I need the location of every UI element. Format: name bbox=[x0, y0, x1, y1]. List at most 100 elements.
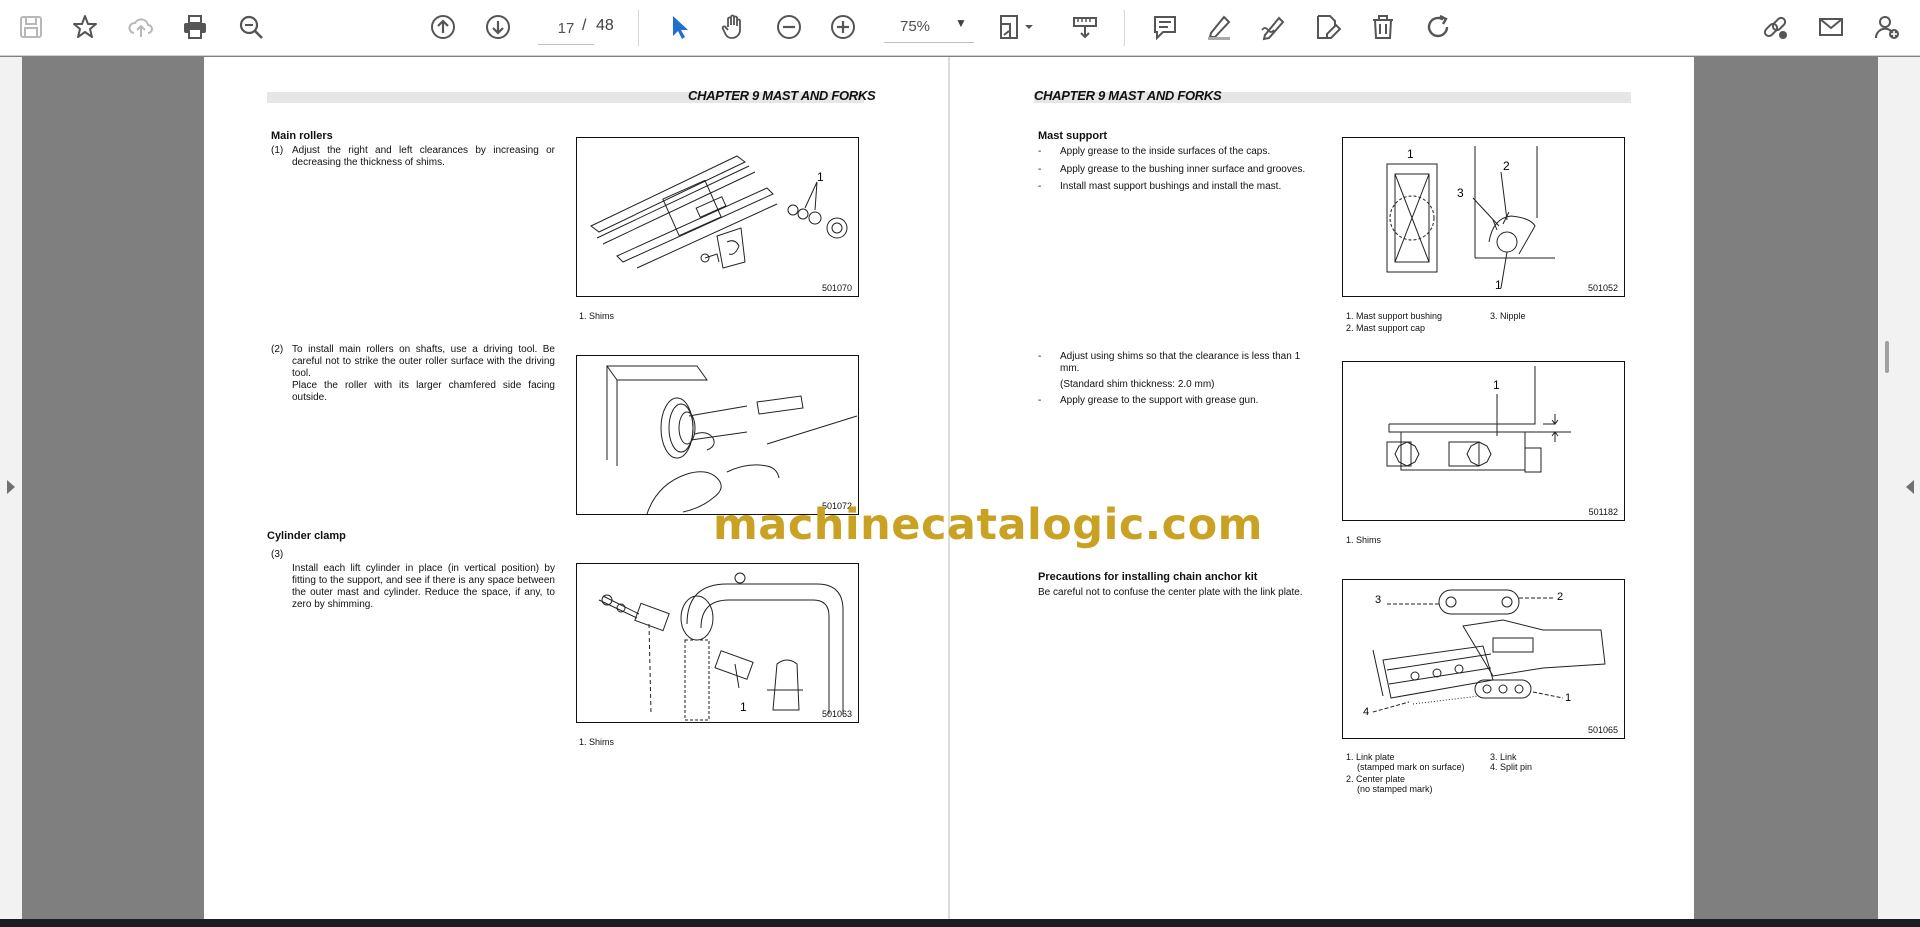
figure-label: 3 bbox=[1457, 186, 1464, 200]
document-page-left: CHAPTER 9 MAST AND FORKS Main rollers (1… bbox=[204, 57, 948, 919]
hand-tool-icon[interactable] bbox=[716, 10, 750, 44]
step-number: (2) bbox=[271, 344, 284, 355]
figure-label: 2 bbox=[1503, 159, 1510, 173]
bullet-text: Apply grease to the inside surfaces of t… bbox=[1060, 146, 1271, 157]
bullet-text: Adjust using shims so that the clearance… bbox=[1060, 351, 1301, 374]
figure-code: 501070 bbox=[821, 283, 852, 293]
step-text: Install each lift cylinder in place (in … bbox=[292, 563, 555, 610]
section-text: Be careful not to confuse the center pla… bbox=[1038, 587, 1303, 598]
toolbar-divider bbox=[638, 10, 639, 46]
figure-label: 1 bbox=[740, 700, 747, 714]
bullet-dash: - bbox=[1038, 395, 1042, 406]
bottom-status-bar bbox=[0, 919, 1920, 927]
figure-chain-anchor-kit: 3 2 4 1 501065 bbox=[1342, 579, 1625, 739]
figure-label: 1 bbox=[1495, 278, 1502, 292]
page-total: 48 bbox=[596, 17, 614, 34]
bullet-text: Apply grease to the bushing inner surfac… bbox=[1060, 164, 1306, 175]
toolbar-divider bbox=[1124, 10, 1125, 46]
chapter-header: CHAPTER 9 MAST AND FORKS bbox=[688, 88, 876, 103]
bullet-dash: - bbox=[1038, 164, 1042, 175]
zoom-select[interactable]: 75% ▼ bbox=[884, 12, 974, 43]
delete-icon[interactable] bbox=[1366, 10, 1400, 44]
zoom-in-icon[interactable] bbox=[826, 10, 860, 44]
document-page-right: CHAPTER 9 MAST AND FORKS Mast support - … bbox=[950, 57, 1694, 919]
shim-clearance-diagram bbox=[1386, 366, 1571, 473]
select-cursor-icon[interactable] bbox=[662, 10, 696, 44]
figure-main-rollers-shims: 1 501070 bbox=[576, 137, 859, 297]
section-title-chain-anchor: Precautions for installing chain anchor … bbox=[1038, 571, 1258, 583]
bullet-note: (Standard shim thickness: 2.0 mm) bbox=[1060, 379, 1215, 390]
highlight-icon[interactable] bbox=[1202, 10, 1236, 44]
zoom-value: 75% bbox=[900, 18, 931, 35]
print-icon[interactable] bbox=[178, 10, 212, 44]
rotate-icon[interactable] bbox=[1422, 10, 1456, 44]
figure-caption: 3. Nipple bbox=[1490, 311, 1526, 321]
mast-support-diagram bbox=[1386, 146, 1555, 289]
page-up-icon[interactable] bbox=[426, 10, 460, 44]
step-text: Adjust the right and left clearances by … bbox=[292, 145, 555, 168]
comment-icon[interactable] bbox=[1148, 10, 1182, 44]
fit-page-icon[interactable] bbox=[996, 10, 1040, 44]
zoom-search-icon[interactable] bbox=[234, 10, 268, 44]
figure-label: 1 bbox=[1407, 147, 1414, 161]
figure-caption: (no stamped mark) bbox=[1357, 784, 1433, 794]
scrollbar-thumb[interactable] bbox=[1885, 341, 1889, 373]
figure-roller-install: 501072 bbox=[576, 355, 859, 515]
figure-caption: 4. Split pin bbox=[1490, 762, 1533, 772]
document-viewer[interactable]: CHAPTER 9 MAST AND FORKS Main rollers (1… bbox=[0, 57, 1920, 919]
email-icon[interactable] bbox=[1814, 10, 1848, 44]
figure-caption: 1. Shims bbox=[1346, 535, 1382, 545]
figure-label: 4 bbox=[1363, 706, 1370, 718]
cloud-upload-icon[interactable] bbox=[124, 10, 158, 44]
bullet-text: Install mast support bushings and instal… bbox=[1060, 181, 1282, 192]
figure-caption: 2. Mast support cap bbox=[1346, 323, 1426, 333]
zoom-out-icon[interactable] bbox=[772, 10, 806, 44]
figure-code: 501182 bbox=[1588, 507, 1618, 517]
figure-label: 1 bbox=[1565, 692, 1572, 704]
bullet-dash: - bbox=[1038, 181, 1042, 192]
chain-anchor-diagram bbox=[1372, 589, 1606, 713]
bullet-dash: - bbox=[1038, 146, 1042, 157]
step-number: (3) bbox=[271, 549, 284, 560]
figure-caption: (stamped mark on surface) bbox=[1357, 762, 1465, 772]
save-icon[interactable] bbox=[14, 10, 48, 44]
figure-label: 1 bbox=[1493, 378, 1500, 392]
add-user-icon[interactable] bbox=[1870, 10, 1904, 44]
page-separator: / bbox=[582, 17, 587, 34]
chevron-down-icon: ▼ bbox=[955, 16, 967, 30]
cylinder-clamp-diagram bbox=[598, 572, 844, 721]
chapter-header: CHAPTER 9 MAST AND FORKS bbox=[1034, 88, 1222, 103]
figure-mast-support: 1 2 3 1 501052 bbox=[1342, 137, 1625, 297]
watermark-text: machinecatalogic.com bbox=[713, 500, 1263, 550]
expand-left-panel-icon[interactable] bbox=[7, 480, 15, 494]
expand-right-panel-icon[interactable] bbox=[1906, 480, 1914, 494]
figure-code: 501052 bbox=[1587, 283, 1618, 293]
bullet-dash: - bbox=[1038, 351, 1042, 362]
roller-install-diagram bbox=[606, 365, 858, 514]
figure-caption: 1. Mast support bushing bbox=[1346, 311, 1443, 321]
fill-sign-icon[interactable] bbox=[1310, 10, 1344, 44]
section-title-main-rollers: Main rollers bbox=[271, 130, 333, 142]
figure-cylinder-clamp: 1 501063 bbox=[576, 563, 859, 723]
step-text: Place the roller with its larger chamfer… bbox=[292, 380, 555, 403]
section-title-cylinder-clamp: Cylinder clamp bbox=[267, 530, 346, 542]
page-down-icon[interactable] bbox=[481, 10, 515, 44]
share-link-icon[interactable] bbox=[1758, 10, 1792, 44]
step-number: (1) bbox=[271, 145, 284, 156]
bookmark-star-icon[interactable] bbox=[68, 10, 102, 44]
figure-shim-clearance: 1 501182 bbox=[1342, 361, 1625, 521]
figure-label: 3 bbox=[1375, 594, 1382, 606]
section-title-mast-support: Mast support bbox=[1038, 130, 1108, 142]
shims-diagram bbox=[590, 155, 848, 269]
figure-code: 501063 bbox=[821, 709, 852, 719]
figure-code: 501065 bbox=[1587, 725, 1618, 735]
scroll-mode-icon[interactable] bbox=[1068, 10, 1102, 44]
figure-label: 1 bbox=[817, 170, 824, 184]
bullet-text: Apply grease to the support with grease … bbox=[1060, 395, 1259, 406]
draw-icon[interactable] bbox=[1256, 10, 1290, 44]
figure-label: 2 bbox=[1557, 591, 1564, 603]
figure-caption: 1. Shims bbox=[579, 737, 615, 747]
figure-caption: 1. Shims bbox=[579, 311, 615, 321]
step-text: To install main rollers on shafts, use a… bbox=[292, 344, 555, 379]
toolbar: / 48 75% ▼ bbox=[0, 0, 1920, 56]
